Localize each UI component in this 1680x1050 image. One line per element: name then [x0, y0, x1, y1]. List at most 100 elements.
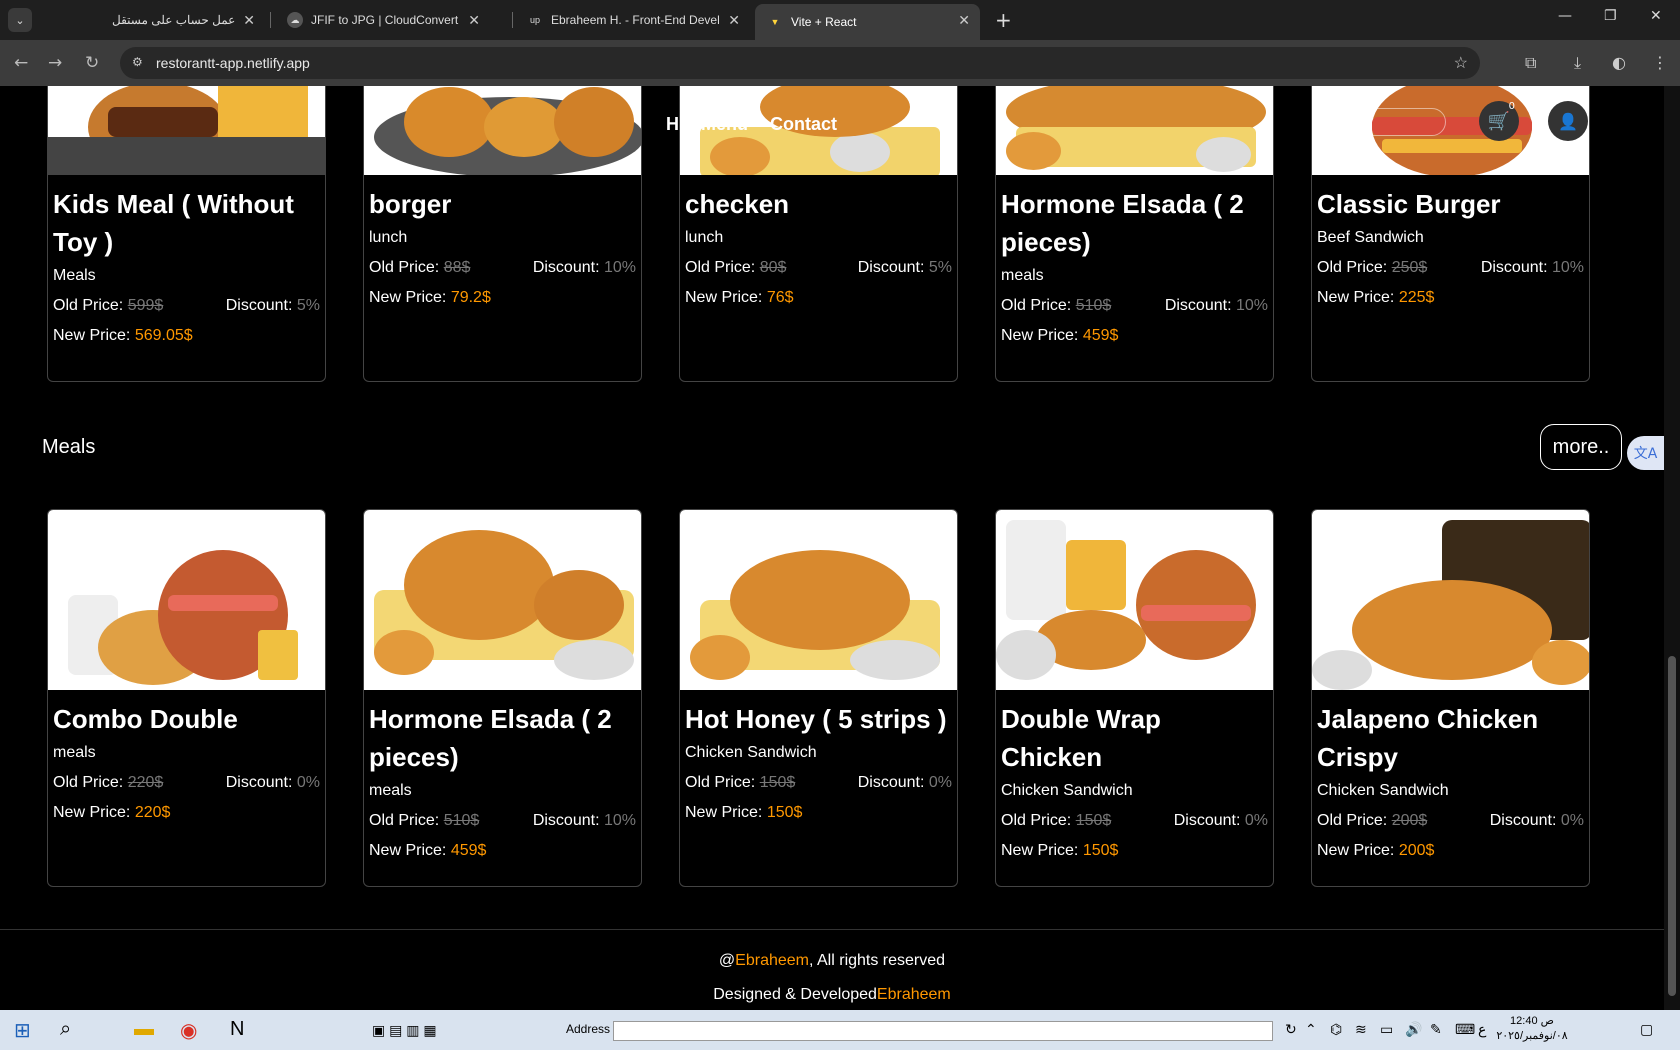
card-title: checken	[685, 189, 790, 219]
user-account-button[interactable]: 👤	[1548, 101, 1588, 141]
page-scrollbar[interactable]	[1664, 86, 1680, 1010]
discount-label: Discount:	[532, 812, 600, 829]
windows-start-icon[interactable]: ⊞	[14, 1018, 31, 1043]
new-price-label: New Price:	[1001, 327, 1079, 344]
address-input[interactable]	[613, 1021, 1273, 1041]
browser-tab[interactable]: ☁ JFIF to JPG | CloudConvert ✕	[275, 4, 490, 36]
site-footer: @Ebraheem, All rights reserved Designed …	[0, 929, 1664, 1010]
old-price: 599$	[127, 297, 164, 314]
pen-icon[interactable]: ✎	[1430, 1021, 1442, 1038]
discount-value: 5%	[296, 297, 320, 314]
network-icon[interactable]: ⌬	[1330, 1021, 1342, 1038]
clock[interactable]: 12:40 ص ٠٨/نوفمبر/٢٠٢٥	[1492, 1014, 1572, 1044]
forward-icon[interactable]: →	[48, 53, 62, 73]
vite-icon: ▼	[770, 17, 780, 27]
footer-author-link-2[interactable]: Ebraheem	[877, 986, 951, 1003]
address-label: Address	[566, 1022, 611, 1036]
new-price: 150$	[766, 804, 803, 821]
search-icon[interactable]: ⌕	[60, 1018, 71, 1041]
upwork-icon: up	[529, 15, 540, 25]
new-price-label: New Price:	[685, 289, 763, 306]
food-image	[680, 510, 957, 690]
language-indicator[interactable]: ع	[1478, 1021, 1486, 1038]
discount-label: Discount:	[1489, 812, 1557, 829]
tab-search-button[interactable]: ⌄	[8, 8, 32, 32]
old-price-label: Old Price:	[1001, 812, 1072, 829]
nav-link-contact[interactable]: Contact	[770, 114, 837, 135]
volume-icon[interactable]: 🔊	[1405, 1021, 1422, 1038]
card-category: meals	[53, 744, 96, 761]
nav-link-home[interactable]: H	[666, 114, 679, 135]
file-explorer-icon[interactable]: ▬	[134, 1018, 154, 1041]
keyboard-icon[interactable]: ⌨	[1455, 1021, 1475, 1038]
new-tab-icon[interactable]: +	[995, 8, 1012, 32]
new-price-label: New Price:	[53, 804, 131, 821]
new-price: 79.2$	[450, 289, 491, 306]
discount-label: Discount:	[225, 297, 293, 314]
card-category: Beef Sandwich	[1317, 229, 1424, 246]
close-icon[interactable]: ✕	[468, 12, 480, 29]
scrollbar-thumb[interactable]	[1668, 656, 1676, 996]
menu-card[interactable]: Jalapeno Chicken Crispy Chicken Sandwich…	[1311, 509, 1590, 887]
discount-value: 0%	[928, 774, 952, 791]
browser-tab-active[interactable]: ▼ Vite + React ✕	[755, 4, 980, 40]
url-text: restorantt-app.netlify.app	[156, 55, 310, 71]
menu-card[interactable]: Double Wrap Chicken Chicken Sandwich Old…	[995, 509, 1274, 887]
page-viewport: Kids Meal ( Without Toy ) Meals Old Pric…	[0, 86, 1664, 1010]
extensions-icon[interactable]: ⧉	[1525, 53, 1536, 73]
tab-divider	[512, 12, 513, 28]
profile-avatar-icon[interactable]: ◐	[1612, 53, 1626, 72]
menu-card[interactable]: Hormone Elsada ( 2 pieces) meals Old Pri…	[363, 509, 642, 887]
close-icon[interactable]: ✕	[728, 12, 740, 29]
site-info-icon[interactable]: ⚙	[132, 55, 143, 69]
refresh-icon[interactable]: ↻	[1285, 1021, 1297, 1038]
more-button[interactable]: more..	[1540, 424, 1622, 470]
new-price: 569.05$	[134, 327, 193, 344]
cart-button[interactable]: 🛒 0	[1479, 101, 1519, 141]
menu-card[interactable]: Kids Meal ( Without Toy ) Meals Old Pric…	[47, 86, 326, 382]
tray-chevron-icon[interactable]: ⌃	[1305, 1021, 1317, 1038]
reload-icon[interactable]: ↻	[85, 53, 99, 73]
old-price-label: Old Price:	[1317, 259, 1388, 276]
download-icon[interactable]: ⤓	[1574, 53, 1581, 73]
menu-card[interactable]: Classic Burger Beef Sandwich Old Price: …	[1311, 86, 1590, 382]
more-menu-icon[interactable]: ⋮	[1652, 53, 1668, 72]
battery-icon[interactable]: ▭	[1380, 1021, 1393, 1038]
minimize-icon[interactable]: —	[1558, 8, 1572, 24]
translate-icon[interactable]: 文A	[1627, 436, 1664, 470]
close-window-icon[interactable]: ✕	[1650, 8, 1662, 24]
menu-card[interactable]: borger lunch Old Price: 88$ Discount: 10%…	[363, 86, 642, 382]
back-icon[interactable]: ←	[14, 53, 28, 73]
chrome-icon[interactable]: ◉	[180, 1018, 197, 1043]
card-category: Chicken Sandwich	[1317, 782, 1449, 799]
food-image	[996, 510, 1273, 690]
notifications-icon[interactable]: ▢	[1640, 1021, 1653, 1038]
food-image	[364, 86, 641, 175]
card-title: Jalapeno Chicken Crispy	[1317, 704, 1539, 772]
footer-designed: Designed & Developed	[713, 986, 877, 1003]
close-icon[interactable]: ✕	[958, 12, 970, 29]
browser-tab[interactable]: up Ebraheem H. - Front-End Devel ✕	[515, 4, 750, 36]
card-title: Classic Burger	[1317, 189, 1501, 219]
quick-launch-icons[interactable]: ▣ ▤ ▥ ▦	[372, 1022, 437, 1039]
clock-time: 12:40 ص	[1510, 1015, 1554, 1027]
restore-icon[interactable]: ❐	[1604, 8, 1617, 24]
discount-value: 0%	[296, 774, 320, 791]
new-price: 76$	[766, 289, 794, 306]
menu-card[interactable]: Combo Double meals Old Price: 220$ Discou…	[47, 509, 326, 887]
bookmark-star-icon[interactable]: ☆	[1454, 53, 1468, 73]
old-price: 250$	[1391, 259, 1428, 276]
menu-card[interactable]: Hormone Elsada ( 2 pieces) meals Old Pri…	[995, 86, 1274, 382]
nav-link-menu[interactable]: Menu	[701, 114, 748, 135]
notion-icon[interactable]: N	[230, 1018, 244, 1041]
tab-title: JFIF to JPG | CloudConvert	[311, 13, 459, 27]
search-pill[interactable]	[1361, 108, 1446, 136]
wifi-icon[interactable]: ≋	[1355, 1021, 1367, 1038]
menu-card[interactable]: Hot Honey ( 5 strips ) Chicken Sandwich …	[679, 509, 958, 887]
footer-author-link[interactable]: Ebraheem	[735, 952, 809, 969]
close-icon[interactable]: ✕	[243, 12, 255, 29]
browser-tab[interactable]: عمل حساب على مستقل ✕	[100, 4, 265, 36]
url-bar[interactable]: ⚙ restorantt-app.netlify.app ☆	[120, 47, 1480, 79]
new-price: 200$	[1398, 842, 1435, 859]
discount-label: Discount:	[225, 774, 293, 791]
